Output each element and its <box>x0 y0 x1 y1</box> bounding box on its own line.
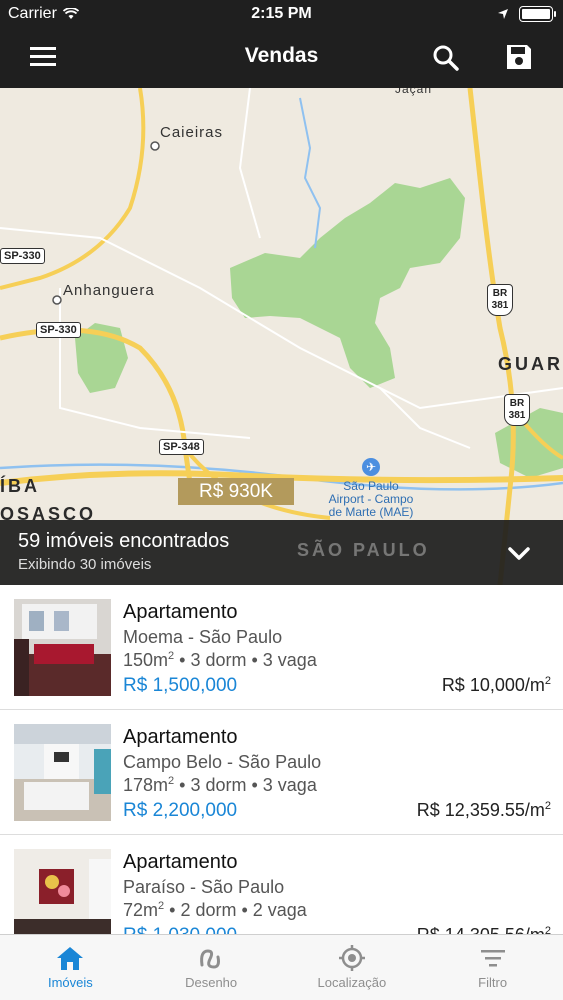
highway <box>467 88 516 585</box>
road <box>238 88 261 239</box>
listing-list[interactable]: Apartamento Moema - São Paulo 150m2 • 3 … <box>0 585 563 934</box>
save-icon[interactable] <box>503 41 535 73</box>
listing-area: 178m <box>123 775 169 795</box>
map-view[interactable]: Caieiras Anhanguera GUAR ÍBA OSASCO Jaça… <box>0 88 563 585</box>
status-time: 2:15 PM <box>251 5 312 22</box>
listing-price: R$ 1,500,000 <box>123 675 238 696</box>
road-shield-sp330: SP-330 <box>36 322 81 338</box>
map-label-anhanguera: Anhanguera <box>63 282 155 299</box>
listing-type: Apartamento <box>123 726 238 748</box>
nav-bar: Vendas <box>0 30 563 88</box>
tab-desenho[interactable]: Desenho <box>141 935 282 1000</box>
airplane-icon: ✈ <box>362 458 380 476</box>
listing-item[interactable]: Apartamento Campo Belo - São Paulo 178m2… <box>0 710 563 835</box>
battery-icon <box>519 6 556 22</box>
listing-rooms: • 3 dorm • 3 vaga <box>174 650 317 670</box>
listing-area: 72m <box>123 900 159 920</box>
shield-number: 381 <box>508 410 526 421</box>
price-pin[interactable]: R$ 930K <box>178 478 294 505</box>
tab-label: Filtro <box>478 975 508 990</box>
results-showing: Exibindo 30 imóveis <box>18 556 152 573</box>
superscript: 2 <box>544 675 551 687</box>
listing-location: Paraíso - São Paulo <box>123 877 285 897</box>
superscript: 2 <box>544 925 551 934</box>
results-count: 59 imóveis encontrados <box>18 530 230 552</box>
chevron-down-icon[interactable] <box>506 540 532 566</box>
tab-localizacao[interactable]: Localização <box>282 935 423 1000</box>
location-icon <box>338 945 365 971</box>
listing-price-per-m2: R$ 10,000/m2 <box>442 675 551 696</box>
listing-photo <box>14 599 111 696</box>
map-label-sao-paulo: SÃO PAULO <box>297 540 430 560</box>
map-label-barueri: ÍBA <box>0 476 40 496</box>
tab-bar: Imóveis Desenho Localização Filtro <box>0 934 563 1000</box>
listing-details: 150m2 • 3 dorm • 3 vaga <box>123 650 317 671</box>
price-per-m2-value: R$ 12,359.55/m <box>416 800 545 820</box>
tab-label: Localização <box>317 975 387 990</box>
map-label-guarulhos: GUAR <box>498 354 563 374</box>
results-summary-bar[interactable]: SÃO PAULO 59 imóveis encontrados Exibind… <box>0 520 563 585</box>
shield-prefix: BR <box>509 398 525 409</box>
road-shield-sp330: SP-330 <box>0 248 45 264</box>
place-dot <box>150 141 160 151</box>
filter-icon <box>480 950 505 967</box>
listing-price: R$ 2,200,000 <box>123 800 238 821</box>
road <box>379 387 471 449</box>
place-dot <box>52 295 62 305</box>
price-per-m2-value: R$ 14,305.56/m <box>417 925 545 934</box>
location-arrow-icon <box>498 9 508 19</box>
road-shield-br381: BR 381 <box>504 394 530 426</box>
status-right <box>497 6 556 22</box>
listing-photo <box>14 724 111 821</box>
map-label-jacana: Jaçan <box>395 88 433 96</box>
listing-price: R$ 1,030,000 <box>123 925 237 934</box>
listing-rooms: • 3 dorm • 3 vaga <box>174 775 317 795</box>
listing-location: Moema - São Paulo <box>123 627 283 647</box>
shield-number: 381 <box>491 300 509 311</box>
tab-label: Imóveis <box>47 975 93 990</box>
listing-photo <box>14 849 111 934</box>
tab-imoveis[interactable]: Imóveis <box>0 935 141 1000</box>
listing-type: Apartamento <box>123 601 238 623</box>
status-bar: Carrier 2:15 PM <box>0 0 563 30</box>
airport-marker[interactable]: ✈ São Paulo Airport - Campo de Marte (MA… <box>316 458 426 519</box>
park-area <box>230 178 465 388</box>
draw-icon <box>200 949 221 969</box>
page-title: Vendas <box>244 44 319 67</box>
road-shield-br381: BR 381 <box>487 284 513 316</box>
search-icon[interactable] <box>430 42 462 74</box>
shield-prefix: BR <box>492 288 508 299</box>
listing-price-per-m2: R$ 12,359.55/m2 <box>417 800 551 821</box>
listing-price-per-m2: R$ 14,305.56/m2 <box>417 925 551 934</box>
tab-filtro[interactable]: Filtro <box>422 935 563 1000</box>
road-shield-sp348: SP-348 <box>159 439 204 455</box>
listing-details: 178m2 • 3 dorm • 3 vaga <box>123 775 317 796</box>
listing-item[interactable]: Apartamento Paraíso - São Paulo 72m2 • 2… <box>0 835 563 934</box>
map-label-caieiras: Caieiras <box>160 124 224 141</box>
listing-type: Apartamento <box>123 851 238 873</box>
river <box>299 97 322 249</box>
listing-area: 150m <box>123 650 169 670</box>
listing-rooms: • 2 dorm • 2 vaga <box>164 900 307 920</box>
listing-item[interactable]: Apartamento Moema - São Paulo 150m2 • 3 … <box>0 585 563 710</box>
listing-details: 72m2 • 2 dorm • 2 vaga <box>123 900 307 921</box>
tab-label: Desenho <box>185 975 238 990</box>
airport-label-3: de Marte (MAE) <box>328 505 414 519</box>
home-icon <box>57 947 84 970</box>
superscript: 2 <box>544 800 551 812</box>
listing-location: Campo Belo - São Paulo <box>123 752 322 772</box>
price-per-m2-value: R$ 10,000/m <box>441 675 545 695</box>
